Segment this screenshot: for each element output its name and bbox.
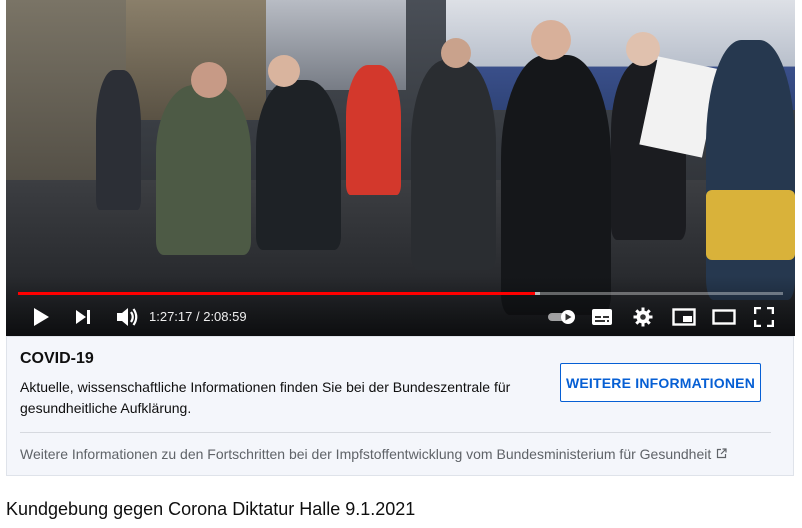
volume-icon — [117, 308, 138, 326]
progress-played — [18, 292, 536, 295]
next-button[interactable] — [70, 304, 96, 330]
progress-bar[interactable] — [18, 292, 783, 295]
time-separator: / — [192, 309, 204, 324]
subtitles-icon — [592, 309, 612, 325]
info-panel-text: Aktuelle, wissenschaftliche Informatione… — [20, 379, 511, 416]
covid-info-panel: COVID-19 Aktuelle, wissenschaftliche Inf… — [6, 336, 794, 476]
time-display: 1:27:17 / 2:08:59 — [149, 309, 247, 324]
video-title: Kundgebung gegen Corona Diktatur Halle 9… — [6, 499, 416, 519]
next-icon — [76, 310, 90, 324]
vaccine-info-link[interactable]: Weitere Informationen zu den Fortschritt… — [20, 446, 727, 462]
autoplay-toggle-icon — [548, 310, 575, 324]
video-player[interactable]: 1:27:17 / 2:08:59 — [6, 0, 795, 336]
fullscreen-button[interactable] — [751, 304, 777, 330]
settings-gear-icon — [633, 307, 653, 327]
settings-button[interactable] — [630, 304, 656, 330]
more-info-button[interactable]: WEITERE INFORMATIONEN — [560, 363, 761, 402]
play-button[interactable] — [28, 304, 54, 330]
volume-button[interactable] — [114, 304, 140, 330]
theater-mode-button[interactable] — [711, 304, 737, 330]
time-current: 1:27:17 — [149, 309, 193, 324]
autoplay-toggle[interactable] — [545, 304, 579, 330]
time-total: 2:08:59 — [203, 309, 247, 324]
subtitles-button[interactable] — [589, 304, 615, 330]
miniplayer-button[interactable] — [671, 304, 697, 330]
info-panel-divider — [20, 432, 771, 433]
info-panel-title: COVID-19 — [20, 350, 94, 367]
vaccine-info-link-text: Weitere Informationen zu den Fortschritt… — [20, 446, 712, 462]
play-icon — [34, 308, 49, 326]
external-link-icon — [716, 446, 727, 462]
theater-mode-icon — [712, 309, 736, 325]
fullscreen-icon — [754, 307, 774, 327]
miniplayer-icon — [672, 308, 696, 326]
